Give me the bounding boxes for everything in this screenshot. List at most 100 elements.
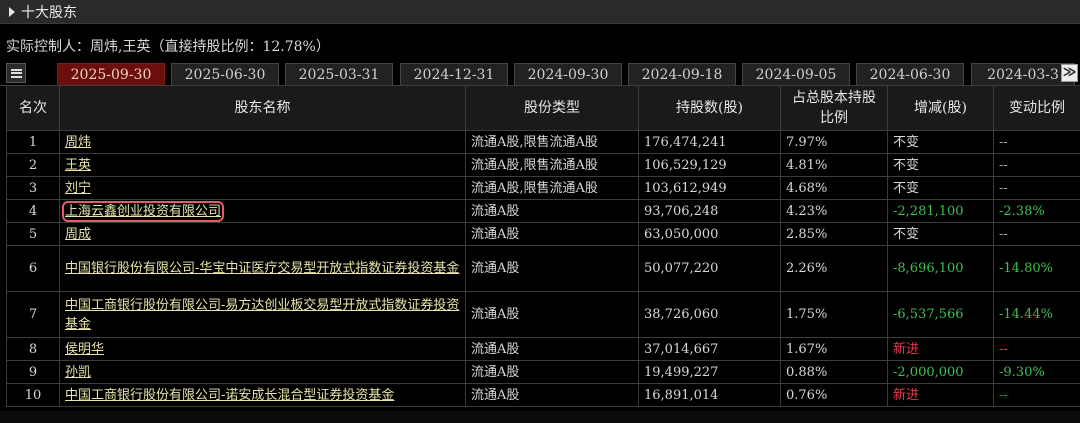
tab-7[interactable]: 2024-06-30 [856,63,964,85]
shareholders-table: 名次 股东名称 股份类型 持股数(股) 占总股本持股比例 增减(股) 变动比例 … [6,85,1080,407]
name-cell: 周炜 [59,130,466,154]
tab-3[interactable]: 2024-12-31 [400,63,508,85]
shareholder-link[interactable]: 刘宁 [65,181,91,196]
header-ratio[interactable]: 占总股本持股比例 [780,85,888,131]
change-pct-cell: -- [993,153,1080,177]
expand-triangle-icon[interactable] [9,6,15,17]
shares-cell: 50,077,220 [638,245,781,292]
change-pct-cell: -2.38% [993,199,1080,223]
tab-1[interactable]: 2025-06-30 [171,63,279,85]
name-cell: 上海云鑫创业投资有限公司 [59,199,466,223]
rank-cell: 4 [6,199,60,223]
share-type-cell: 流通A股,限售流通A股 [465,153,639,177]
name-cell: 王英 [59,153,466,177]
tab-2[interactable]: 2025-03-31 [285,63,393,85]
ratio-cell: 7.97% [780,130,888,154]
next-tabs-button[interactable]: ≫ [1061,64,1078,82]
header-name[interactable]: 股东名称 [59,85,466,131]
change-cell: -2,000,000 [887,360,994,384]
name-cell: 孙凯 [59,360,466,384]
header-change[interactable]: 增减(股) [887,85,994,131]
rank-cell: 10 [6,383,60,407]
tab-4[interactable]: 2024-09-30 [514,63,622,85]
tab-0[interactable]: 2025-09-30 [57,63,165,85]
shareholder-link[interactable]: 中国工商银行股份有限公司-易方达创业板交易型开放式指数证券投资基金 [65,298,459,332]
rank-cell: 9 [6,360,60,384]
share-type-cell: 流通A股,限售流通A股 [465,130,639,154]
ratio-cell: 4.68% [780,176,888,200]
rank-cell: 2 [6,153,60,177]
tab-5[interactable]: 2024-09-18 [628,63,736,85]
change-cell: 不变 [887,176,994,200]
name-cell: 中国工商银行股份有限公司-诺安成长混合型证券投资基金 [59,383,466,407]
rank-cell: 8 [6,337,60,361]
share-type-cell: 流通A股 [465,291,639,338]
change-pct-cell: -- [993,176,1080,200]
shareholder-link[interactable]: 孙凯 [65,365,91,380]
shareholder-link[interactable]: 中国银行股份有限公司-华宝中证医疗交易型开放式指数证券投资基金 [65,261,459,276]
table-row[interactable]: 1 周炜 流通A股,限售流通A股 176,474,241 7.97% 不变 -- [6,130,1080,154]
table-row[interactable]: 7 中国工商银行股份有限公司-易方达创业板交易型开放式指数证券投资基金 流通A股 38… [6,291,1080,338]
share-type-cell: 流通A股 [465,222,639,246]
change-pct-cell: -14.44% [993,291,1080,338]
change-pct-cell: -14.80% [993,245,1080,292]
table-row[interactable]: 2 王英 流通A股,限售流通A股 106,529,129 4.81% 不变 -- [6,153,1080,177]
change-cell: 新进 [887,383,994,407]
ratio-cell: 0.88% [780,360,888,384]
table-header-row: 名次 股东名称 股份类型 持股数(股) 占总股本持股比例 增减(股) 变动比例 [6,85,1080,131]
shares-cell: 103,612,949 [638,176,781,200]
table-row[interactable]: 5 周成 流通A股 63,050,000 2.85% 不变 -- [6,222,1080,246]
shares-cell: 16,891,014 [638,383,781,407]
shares-cell: 37,014,667 [638,337,781,361]
name-cell: 侯明华 [59,337,466,361]
tab-8[interactable]: 2024-03-3 [971,63,1075,85]
name-cell: 中国工商银行股份有限公司-易方达创业板交易型开放式指数证券投资基金 [59,291,466,338]
rank-cell: 7 [6,291,60,338]
header-type[interactable]: 股份类型 [465,85,639,131]
shareholder-link[interactable]: 王英 [65,158,91,173]
header-change-pct[interactable]: 变动比例 [993,85,1080,131]
actual-controller: 实际控制人：周炜,王英（直接持股比例：12.78%） [6,39,330,55]
change-pct-cell: -- [993,337,1080,361]
rank-cell: 1 [6,130,60,154]
change-cell: -2,281,100 [887,199,994,223]
shareholder-link[interactable]: 周炜 [65,135,91,150]
header-shares[interactable]: 持股数(股) [638,85,781,131]
table-row[interactable]: 8 侯明华 流通A股 37,014,667 1.67% 新进 -- [6,337,1080,361]
table-row[interactable]: 4 上海云鑫创业投资有限公司 流通A股 93,706,248 4.23% -2,281,1… [6,199,1080,223]
name-cell: 中国银行股份有限公司-华宝中证医疗交易型开放式指数证券投资基金 [59,245,466,292]
change-pct-cell: -- [993,130,1080,154]
section-header[interactable]: 十大股东 [0,0,1080,24]
ratio-cell: 2.85% [780,222,888,246]
table-row[interactable]: 9 孙凯 流通A股 19,499,227 0.88% -2,000,000 -9.30% [6,360,1080,384]
table-row[interactable]: 6 中国银行股份有限公司-华宝中证医疗交易型开放式指数证券投资基金 流通A股 50,0… [6,245,1080,292]
change-cell: 不变 [887,153,994,177]
shareholder-link[interactable]: 侯明华 [65,342,104,357]
ratio-cell: 4.81% [780,153,888,177]
menu-button[interactable] [6,63,26,83]
header-rank[interactable]: 名次 [6,85,60,131]
list-menu-icon [10,68,22,78]
change-pct-cell: -- [993,222,1080,246]
shareholder-link[interactable]: 中国工商银行股份有限公司-诺安成长混合型证券投资基金 [65,388,394,403]
shareholder-link[interactable]: 上海云鑫创业投资有限公司 [61,200,225,222]
tab-6[interactable]: 2024-09-05 [742,63,850,85]
ratio-cell: 1.75% [780,291,888,338]
share-type-cell: 流通A股 [465,337,639,361]
rank-cell: 6 [6,245,60,292]
change-cell: 新进 [887,337,994,361]
rank-cell: 5 [6,222,60,246]
shares-cell: 176,474,241 [638,130,781,154]
change-cell: 不变 [887,222,994,246]
rank-cell: 3 [6,176,60,200]
shareholder-link[interactable]: 周成 [65,227,91,242]
table-row[interactable]: 3 刘宁 流通A股,限售流通A股 103,612,949 4.68% 不变 -- [6,176,1080,200]
period-tabbar: 2025-09-30 2025-06-30 2025-03-31 2024-12-31… [0,61,1080,86]
share-type-cell: 流通A股 [465,360,639,384]
ratio-cell: 4.23% [780,199,888,223]
change-pct-cell: -- [993,383,1080,407]
shares-cell: 93,706,248 [638,199,781,223]
shares-cell: 63,050,000 [638,222,781,246]
table-row[interactable]: 10 中国工商银行股份有限公司-诺安成长混合型证券投资基金 流通A股 16,891,0… [6,383,1080,407]
ratio-cell: 1.67% [780,337,888,361]
